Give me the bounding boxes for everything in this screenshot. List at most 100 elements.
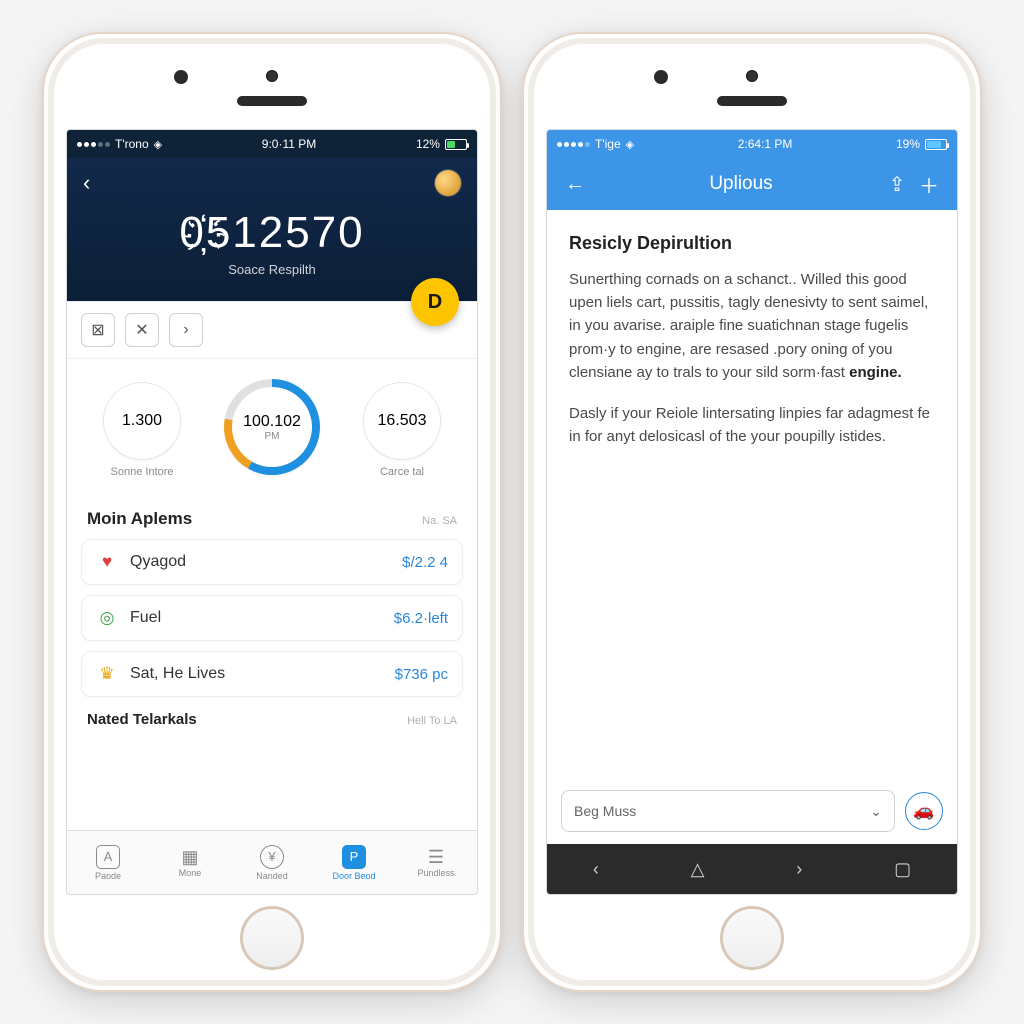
gauge-right[interactable]: 16.503 Carce tal <box>337 382 467 478</box>
tab-nanded[interactable]: ¥ Nanded <box>231 831 313 894</box>
tab-label: Paode <box>95 871 121 881</box>
close-button[interactable]: ✕ <box>125 313 159 347</box>
item-title: Fuel <box>130 609 382 627</box>
gauges-row: 1.300 Sonne Intore 100.102 PM 16.503 Car… <box>67 359 477 505</box>
list-item[interactable]: ♥ Qyagod $/2.2 4 <box>81 539 463 585</box>
gauge-center-sub: PM <box>265 431 280 442</box>
gauge-left-label: Sonne Intore <box>111 466 174 478</box>
home-button[interactable] <box>720 906 784 970</box>
grid-icon: ▦ <box>181 848 198 866</box>
footer-controls: Beg Muss ⌄ 🚗 <box>547 790 957 844</box>
battery-pct: 12% <box>416 137 440 151</box>
tab-label: Pundless <box>417 868 454 878</box>
page-title: Uplious <box>601 173 881 195</box>
front-camera <box>266 70 278 82</box>
tab-mone[interactable]: ▦ Mone <box>149 831 231 894</box>
list-item[interactable]: ◎ Fuel $6.2·left <box>81 595 463 641</box>
coin-icon: ¥ <box>260 845 284 869</box>
status-bar: T'rono ◈ 9:0·11 PM 12% <box>67 130 477 158</box>
article-heading: Resicly Depirultion <box>569 230 935 258</box>
add-button[interactable]: ＋ <box>913 170 945 199</box>
section-main-header: Moin Aplems Na. SA <box>67 505 477 539</box>
tab-pundless[interactable]: ☰ Pundless <box>395 831 477 894</box>
tab-label: Nanded <box>256 871 288 881</box>
wifi-icon: ◈ <box>626 138 634 151</box>
list-item[interactable]: ♛ Sat, He Lives $736 pc <box>81 651 463 697</box>
tab-door-beod[interactable]: P Door Beod <box>313 831 395 894</box>
article-paragraph: Sunerthing cornads on a schanct.. Willed… <box>569 268 935 384</box>
nav-chat-button[interactable]: ▢ <box>894 859 911 880</box>
item-amount: $/2.2 4 <box>402 554 448 571</box>
signal-dots-icon <box>557 142 590 147</box>
gauge-center[interactable]: 100.102 PM <box>207 379 337 481</box>
forward-button[interactable]: › <box>169 313 203 347</box>
tab-bar: A Paode ▦ Mone ¥ Nanded P Door Beod ☰ Pu… <box>67 830 477 894</box>
fab-primary[interactable]: D <box>411 278 459 326</box>
share-button[interactable]: ⇪ <box>881 172 913 197</box>
section-second-meta: Hell To LA <box>407 715 457 727</box>
article-body[interactable]: Resicly Depirultion Sunerthing cornads o… <box>547 210 957 790</box>
back-button[interactable]: ‹ <box>83 172 90 194</box>
gauge-right-value: 16.503 <box>378 412 427 430</box>
gauge-right-label: Carce tal <box>380 466 424 478</box>
letter-a-icon: A <box>96 845 120 869</box>
profile-gold-icon[interactable] <box>435 170 461 196</box>
tab-paode[interactable]: A Paode <box>67 831 149 894</box>
nav-bell-button[interactable]: △ <box>691 859 705 880</box>
mail-close-button[interactable]: ⊠ <box>81 313 115 347</box>
heart-icon: ♥ <box>96 552 118 572</box>
balance-header: ‹ 0҉512570 Soace Respilth <box>67 158 477 301</box>
chevron-down-icon: ⌄ <box>870 803 882 820</box>
nav-forward-button[interactable]: › <box>796 859 802 880</box>
earpiece-speaker <box>717 96 787 106</box>
car-icon-button[interactable]: 🚗 <box>905 792 943 830</box>
item-title: Sat, He Lives <box>130 665 383 683</box>
battery-icon <box>445 139 467 150</box>
section-main-meta: Na. SA <box>422 515 457 527</box>
action-toolbar: ⊠ ✕ › D <box>67 301 477 359</box>
screen-left: T'rono ◈ 9:0·11 PM 12% ‹ 0҉512570 Soace … <box>66 129 478 895</box>
carrier-label: T'ige <box>595 137 621 151</box>
menu-icon: ☰ <box>428 848 444 866</box>
front-camera <box>746 70 758 82</box>
target-icon: ◎ <box>96 608 118 628</box>
screen-right: T'ige ◈ 2:64:1 PM 19% ← Uplious ⇪ ＋ Resi… <box>546 129 958 895</box>
item-title: Qyagod <box>130 553 390 571</box>
proximity-sensor <box>654 70 668 84</box>
article-bold: engine. <box>849 364 902 381</box>
earpiece-speaker <box>237 96 307 106</box>
back-button[interactable]: ← <box>559 173 591 196</box>
gauge-left-value: 1.300 <box>122 412 162 430</box>
home-button[interactable] <box>240 906 304 970</box>
bottom-nav: ‹ △ › ▢ <box>547 844 957 894</box>
crown-icon: ♛ <box>96 664 118 684</box>
section-second-title: Nated Telarkals <box>87 711 197 728</box>
carrier-label: T'rono <box>115 137 149 151</box>
nav-back-button[interactable]: ‹ <box>593 859 599 880</box>
wifi-icon: ◈ <box>154 138 162 151</box>
item-amount: $6.2·left <box>394 610 448 627</box>
gauge-center-value: 100.102 <box>243 413 301 431</box>
section-main-title: Moin Aplems <box>87 509 192 529</box>
proximity-sensor <box>174 70 188 84</box>
battery-pct: 19% <box>896 137 920 151</box>
gauge-left[interactable]: 1.300 Sonne Intore <box>77 382 207 478</box>
status-bar: T'ige ◈ 2:64:1 PM 19% <box>547 130 957 158</box>
article-paragraph: Dasly if your Reiole lintersating linpie… <box>569 402 935 449</box>
app-header: ← Uplious ⇪ ＋ <box>547 158 957 210</box>
clock-label: 2:64:1 PM <box>738 137 793 151</box>
balance-subtitle: Soace Respilth <box>83 262 461 277</box>
tab-label: Mone <box>179 868 202 878</box>
signal-dots-icon <box>77 142 110 147</box>
balance-amount: 0҉512570 <box>83 208 461 258</box>
section-second-header: Nated Telarkals Hell To LA <box>67 707 477 738</box>
tab-label: Door Beod <box>332 871 375 881</box>
parking-icon: P <box>342 845 366 869</box>
phone-right: T'ige ◈ 2:64:1 PM 19% ← Uplious ⇪ ＋ Resi… <box>522 32 982 992</box>
battery-icon <box>925 139 947 150</box>
item-amount: $736 pc <box>395 666 448 683</box>
category-select[interactable]: Beg Muss ⌄ <box>561 790 895 832</box>
clock-label: 9:0·11 PM <box>262 137 316 151</box>
select-value: Beg Muss <box>574 803 636 819</box>
phone-left: T'rono ◈ 9:0·11 PM 12% ‹ 0҉512570 Soace … <box>42 32 502 992</box>
